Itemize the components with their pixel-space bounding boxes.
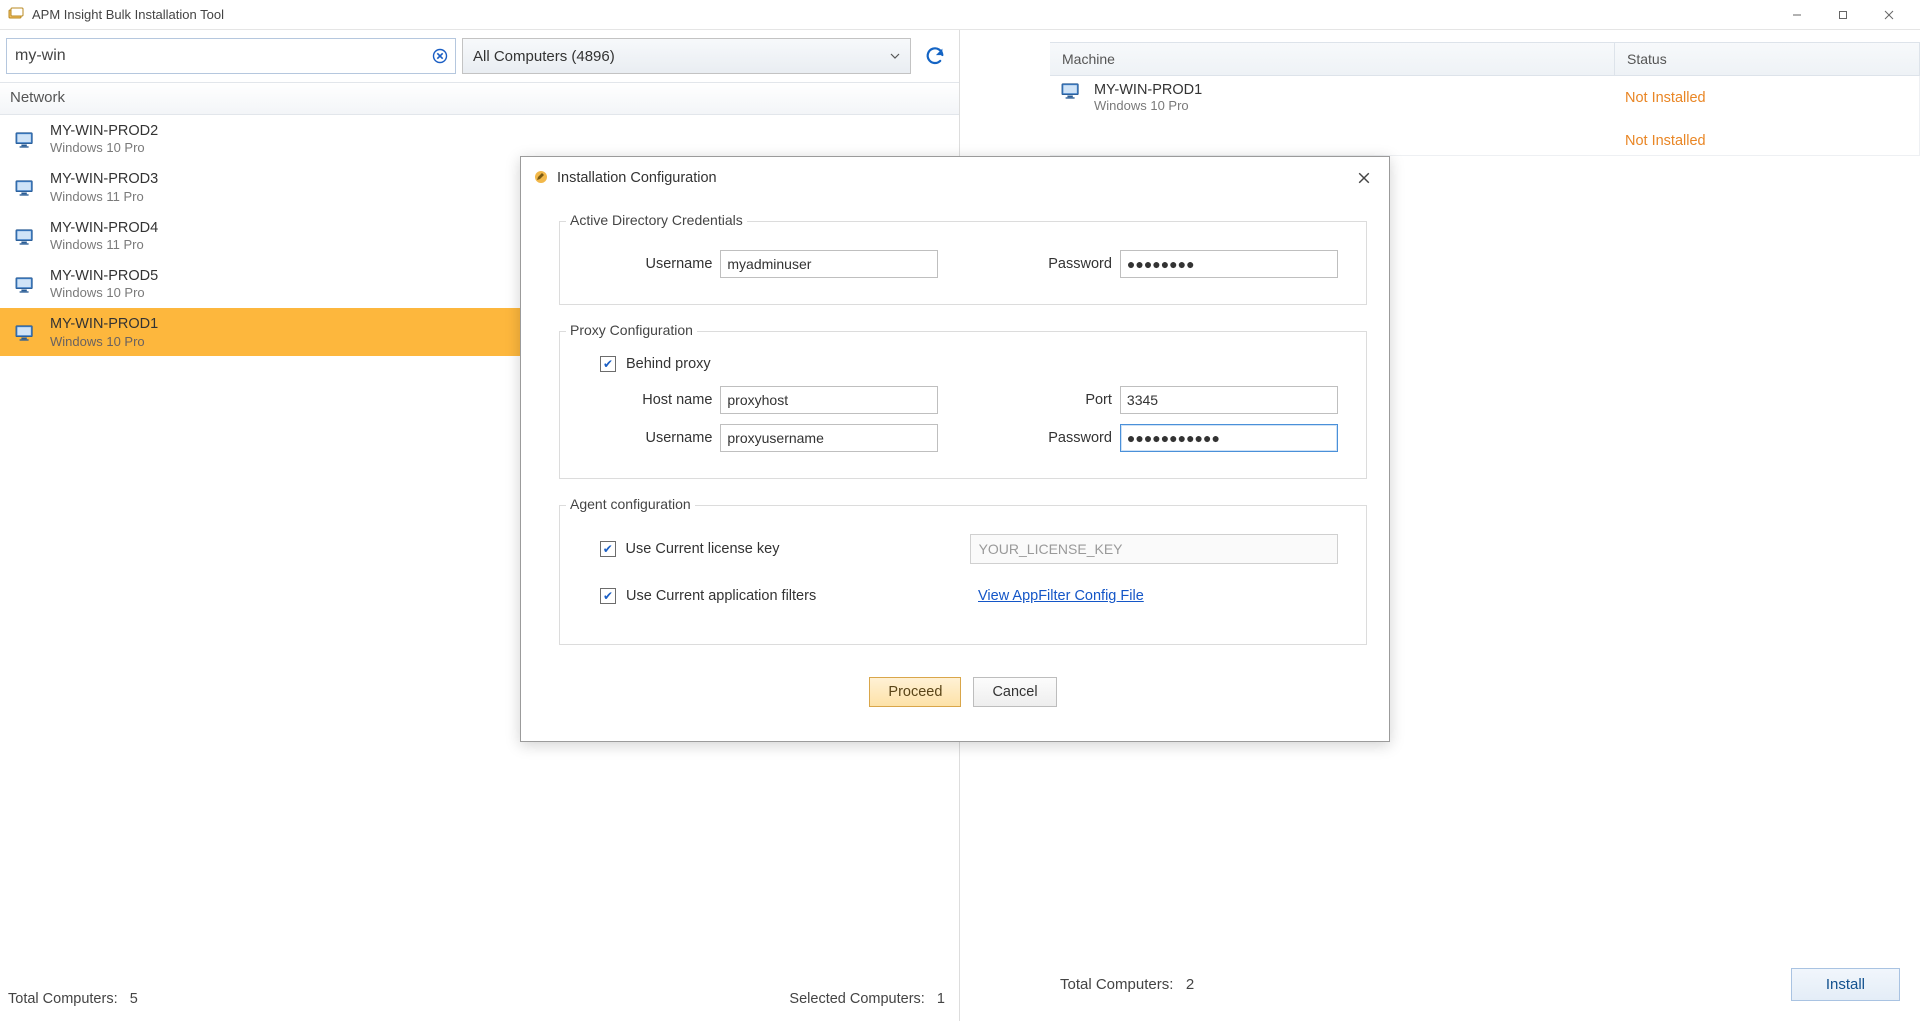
computer-name: MY-WIN-PROD3 <box>50 171 158 188</box>
behind-proxy-checkbox[interactable]: ✔ <box>600 356 616 372</box>
use-filters-label: Use Current application filters <box>626 588 876 604</box>
table-row[interactable]: Not Installed <box>1050 119 1919 155</box>
proxy-username-label: Username <box>588 430 712 446</box>
computer-name: MY-WIN-PROD4 <box>50 220 158 237</box>
dialog-body: Active Directory Credentials Username Pa… <box>521 201 1389 741</box>
cell-machine <box>1060 125 1625 149</box>
close-button[interactable] <box>1866 0 1912 30</box>
col-header-status: Status <box>1615 43 1919 75</box>
ad-password-label: Password <box>1005 256 1112 272</box>
maximize-button[interactable] <box>1820 0 1866 30</box>
computer-name: MY-WIN-PROD1 <box>50 316 158 333</box>
ad-legend: Active Directory Credentials <box>566 212 747 228</box>
titlebar: APM Insight Bulk Installation Tool <box>0 0 1920 30</box>
col-header-machine: Machine <box>1050 43 1615 75</box>
computer-icon <box>14 228 36 246</box>
proxy-port-label: Port <box>1005 392 1112 408</box>
dialog-buttons: Proceed Cancel <box>557 671 1369 727</box>
proxy-username-input[interactable] <box>720 424 938 452</box>
clear-search-icon[interactable] <box>430 46 450 66</box>
machine-name: MY-WIN-PROD1 <box>1094 82 1202 98</box>
install-button[interactable]: Install <box>1791 968 1900 1001</box>
proxy-host-input[interactable] <box>720 386 938 414</box>
total-computers-right: Total Computers: 2 <box>1060 976 1194 993</box>
use-license-checkbox[interactable]: ✔ <box>600 541 616 557</box>
dialog-title: Installation Configuration <box>557 170 717 186</box>
proxy-config-group: Proxy Configuration ✔ Behind proxy Host … <box>559 331 1367 479</box>
cell-machine: MY-WIN-PROD1Windows 10 Pro <box>1060 82 1625 113</box>
right-footer: Total Computers: 2 Install <box>1050 954 1920 1021</box>
total-computers-left: Total Computers: 5 <box>8 991 138 1007</box>
use-filters-checkbox[interactable]: ✔ <box>600 588 616 604</box>
left-footer: Total Computers: 5 Selected Computers: 1 <box>0 981 959 1021</box>
computer-icon <box>14 324 36 342</box>
cell-status: Not Installed <box>1625 125 1909 149</box>
ad-password-input[interactable] <box>1120 250 1338 278</box>
license-key-input[interactable] <box>970 534 1338 564</box>
cancel-button[interactable]: Cancel <box>973 677 1056 707</box>
computer-os: Windows 11 Pro <box>50 189 158 206</box>
computer-icon <box>14 131 36 149</box>
ad-username-label: Username <box>588 256 712 272</box>
right-table-rows: MY-WIN-PROD1Windows 10 ProNot InstalledN… <box>1050 76 1920 156</box>
computer-icon <box>14 179 36 197</box>
computer-name: MY-WIN-PROD5 <box>50 268 158 285</box>
agent-legend: Agent configuration <box>566 496 695 512</box>
agent-config-group: Agent configuration ✔ Use Current licens… <box>559 505 1367 645</box>
table-row[interactable]: MY-WIN-PROD1Windows 10 ProNot Installed <box>1050 76 1919 119</box>
computer-os: Windows 10 Pro <box>50 140 158 157</box>
dialog-close-button[interactable] <box>1349 165 1379 191</box>
use-license-row: ✔ Use Current license key <box>600 534 1338 564</box>
window-title: APM Insight Bulk Installation Tool <box>32 7 224 22</box>
proxy-port-input[interactable] <box>1120 386 1338 414</box>
computer-icon <box>1060 82 1082 100</box>
chevron-down-icon <box>890 48 900 65</box>
use-license-label: Use Current license key <box>626 541 868 557</box>
refresh-button[interactable] <box>917 38 953 74</box>
computer-os: Windows 10 Pro <box>50 285 158 302</box>
app-icon <box>8 7 24 23</box>
proxy-password-label: Password <box>1005 430 1112 446</box>
filter-dropdown-label: All Computers (4896) <box>473 48 615 65</box>
computer-name: MY-WIN-PROD2 <box>50 123 158 140</box>
view-appfilter-link[interactable]: View AppFilter Config File <box>978 588 1144 604</box>
selected-computers-left: Selected Computers: 1 <box>789 991 945 1007</box>
behind-proxy-label: Behind proxy <box>626 356 711 372</box>
window-controls <box>1774 0 1912 30</box>
machine-os: Windows 10 Pro <box>1094 98 1202 113</box>
dialog-titlebar: Installation Configuration <box>521 157 1389 201</box>
ad-credentials-group: Active Directory Credentials Username Pa… <box>559 221 1367 305</box>
minimize-button[interactable] <box>1774 0 1820 30</box>
toolbar: All Computers (4896) <box>0 30 959 82</box>
search-input[interactable] <box>6 38 456 74</box>
computer-icon <box>14 276 36 294</box>
ad-username-input[interactable] <box>720 250 938 278</box>
proceed-button[interactable]: Proceed <box>869 677 961 707</box>
network-header: Network <box>0 82 959 115</box>
computer-os: Windows 11 Pro <box>50 237 158 254</box>
proxy-password-input[interactable] <box>1120 424 1338 452</box>
proxy-host-label: Host name <box>588 392 712 408</box>
search-wrap <box>6 38 456 74</box>
proxy-legend: Proxy Configuration <box>566 322 697 338</box>
filter-dropdown[interactable]: All Computers (4896) <box>462 38 911 74</box>
installation-config-dialog: Installation Configuration Active Direct… <box>520 156 1390 742</box>
use-filters-row: ✔ Use Current application filters View A… <box>600 588 1338 604</box>
computer-os: Windows 10 Pro <box>50 334 158 351</box>
right-table-header: Machine Status <box>1050 42 1920 76</box>
behind-proxy-row[interactable]: ✔ Behind proxy <box>600 356 1338 372</box>
cell-status: Not Installed <box>1625 82 1909 113</box>
dialog-icon <box>533 169 549 188</box>
